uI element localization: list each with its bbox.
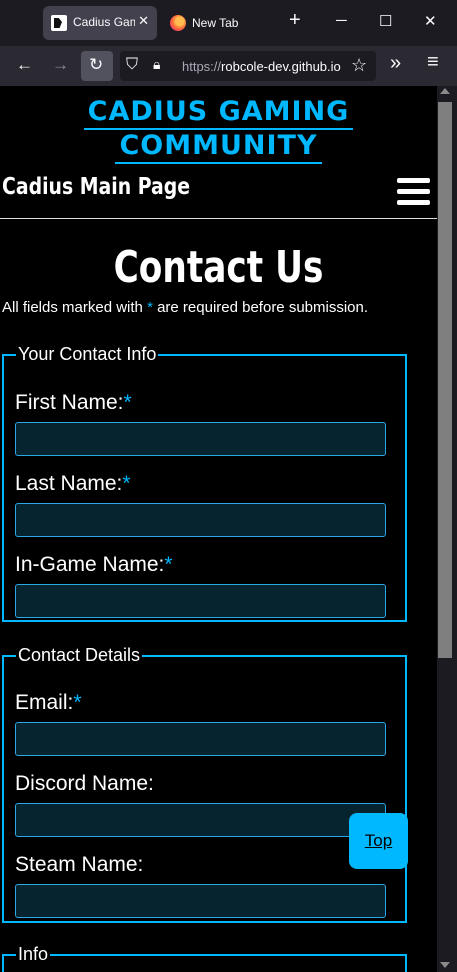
page-scrollbar[interactable] [437,86,457,972]
site-logo[interactable]: CADIUS GAMING COMMUNITY [0,96,437,164]
url-bar[interactable]: ⛉ 🔒︎ https://robcole-dev.github.io ☆ [120,51,376,81]
ingame-name-label: In-Game Name:* [15,553,173,576]
scroll-down-arrow-icon[interactable] [440,962,450,968]
site-favicon-icon [51,15,67,31]
last-name-label: Last Name:* [15,472,131,495]
info-fieldset: Info [2,944,407,972]
steam-name-input[interactable] [15,884,386,918]
scrollbar-thumb[interactable] [438,102,452,658]
page-title: Contact Us [113,242,324,293]
shield-icon[interactable]: ⛉ [126,56,138,74]
site-title[interactable]: Cadius Main Page [2,174,190,200]
last-name-input[interactable] [15,503,386,537]
email-label: Email:* [15,691,82,714]
email-input[interactable] [15,722,386,756]
contact-info-legend: Your Contact Info [18,344,157,364]
back-button[interactable]: ← [16,55,33,75]
logo-line-1: CADIUS GAMING [83,96,354,130]
contact-info-fieldset: Your Contact Info First Name:* Last Name… [2,344,407,622]
url-text: https://robcole-dev.github.io [182,59,341,74]
reload-icon: ↻ [89,55,104,74]
hamburger-menu-icon[interactable]: ≡ [427,51,439,74]
firefox-icon [170,15,186,31]
overflow-menu-icon[interactable]: » [390,52,401,75]
header-divider [0,218,437,219]
logo-line-2: COMMUNITY [115,130,322,164]
close-tab-icon[interactable]: ✕ [138,13,149,29]
first-name-input[interactable] [15,422,386,456]
steam-name-label: Steam Name: [15,853,144,876]
forward-button[interactable]: → [52,55,69,75]
new-tab-button[interactable]: + [289,9,301,32]
tab-title: New Tab [192,16,239,30]
reload-button[interactable]: ↻ [81,51,113,81]
page-content: CADIUS GAMING COMMUNITY Cadius Main Page… [0,86,437,972]
tab-bar: Cadius Gaming Community ✕ New Tab + ─ ☐ … [0,0,457,46]
tab-title: Cadius Gaming Community [73,15,135,29]
required-note: All fields marked with * are required be… [2,299,369,316]
scroll-up-arrow-icon[interactable] [440,88,450,94]
tab-cadius[interactable]: Cadius Gaming Community ✕ [43,6,157,40]
navigation-toolbar: ← → ↻ ⛉ 🔒︎ https://robcole-dev.github.io… [0,46,457,86]
contact-details-fieldset: Contact Details Email:* Discord Name: St… [2,645,407,923]
minimize-button[interactable]: ─ [336,12,347,29]
info-legend: Info [18,944,49,964]
discord-name-input[interactable] [15,803,386,837]
nav-menu-toggle-icon[interactable] [397,178,430,206]
contact-details-legend: Contact Details [18,645,141,665]
bookmark-star-icon[interactable]: ☆ [351,55,367,76]
back-to-top-button[interactable]: Top [349,813,408,869]
discord-name-label: Discord Name: [15,772,154,795]
first-name-label: First Name:* [15,391,132,414]
maximize-button[interactable]: ☐ [379,12,392,30]
lock-icon[interactable]: 🔒︎ [153,56,160,73]
tab-new-tab[interactable]: New Tab [170,6,290,40]
close-window-button[interactable]: ✕ [424,12,437,30]
ingame-name-input[interactable] [15,584,386,618]
